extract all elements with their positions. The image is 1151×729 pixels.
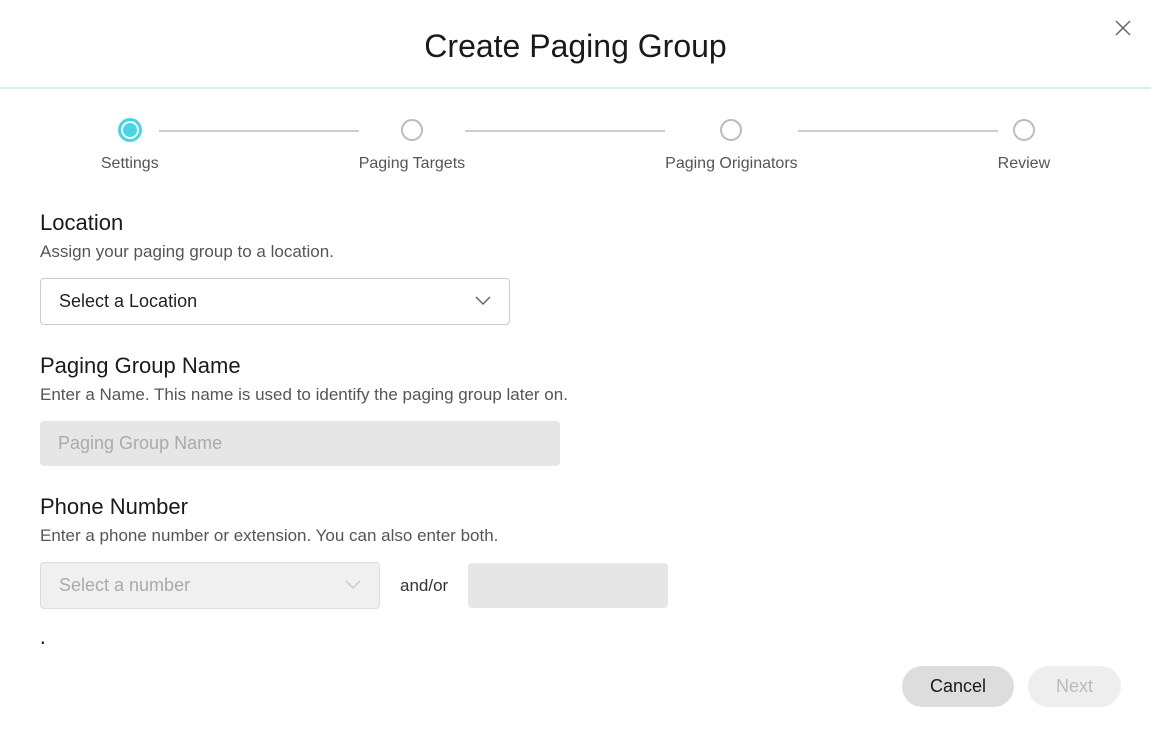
footer: Cancel Next (0, 644, 1136, 729)
close-icon[interactable] (1115, 20, 1131, 36)
location-desc: Assign your paging group to a location. (40, 242, 1111, 262)
cancel-button[interactable]: Cancel (902, 666, 1014, 707)
stepper: Settings Paging Targets Paging Originato… (0, 89, 1151, 193)
name-desc: Enter a Name. This name is used to ident… (40, 385, 1111, 405)
phone-number-select[interactable]: Select a number (40, 562, 380, 609)
phone-section: Phone Number Enter a phone number or ext… (40, 494, 1111, 609)
location-title: Location (40, 210, 1111, 236)
phone-row: Select a number and/or (40, 562, 1111, 609)
step-circle-icon (119, 119, 141, 141)
chevron-down-icon (345, 577, 361, 595)
step-settings[interactable]: Settings (101, 119, 159, 173)
next-button[interactable]: Next (1028, 666, 1121, 707)
name-title: Paging Group Name (40, 353, 1111, 379)
chevron-down-icon (475, 293, 491, 311)
name-section: Paging Group Name Enter a Name. This nam… (40, 353, 1111, 466)
andor-label: and/or (400, 576, 448, 596)
phone-title: Phone Number (40, 494, 1111, 520)
phone-select-placeholder: Select a number (59, 575, 190, 596)
step-label: Paging Targets (359, 155, 465, 173)
step-circle-icon (1013, 119, 1035, 141)
form-container: Location Assign your paging group to a l… (0, 200, 1151, 644)
step-connector (159, 130, 359, 132)
step-circle-icon (401, 119, 423, 141)
step-paging-targets[interactable]: Paging Targets (359, 119, 465, 173)
paging-group-name-input[interactable] (40, 421, 560, 466)
location-select[interactable]: Select a Location (40, 278, 510, 325)
step-connector (798, 130, 998, 132)
extension-input[interactable] (468, 563, 668, 608)
location-select-placeholder: Select a Location (59, 291, 197, 312)
language-section: Language Select the paging group languag… (40, 637, 1111, 644)
step-label: Review (998, 155, 1050, 173)
step-label: Paging Originators (665, 155, 798, 173)
location-section: Location Assign your paging group to a l… (40, 210, 1111, 325)
step-circle-icon (720, 119, 742, 141)
language-title: Language (40, 637, 1111, 644)
step-review[interactable]: Review (998, 119, 1050, 173)
step-paging-originators[interactable]: Paging Originators (665, 119, 798, 173)
step-connector (465, 130, 665, 132)
dialog-title: Create Paging Group (0, 0, 1151, 87)
step-label: Settings (101, 155, 159, 173)
phone-desc: Enter a phone number or extension. You c… (40, 526, 1111, 546)
